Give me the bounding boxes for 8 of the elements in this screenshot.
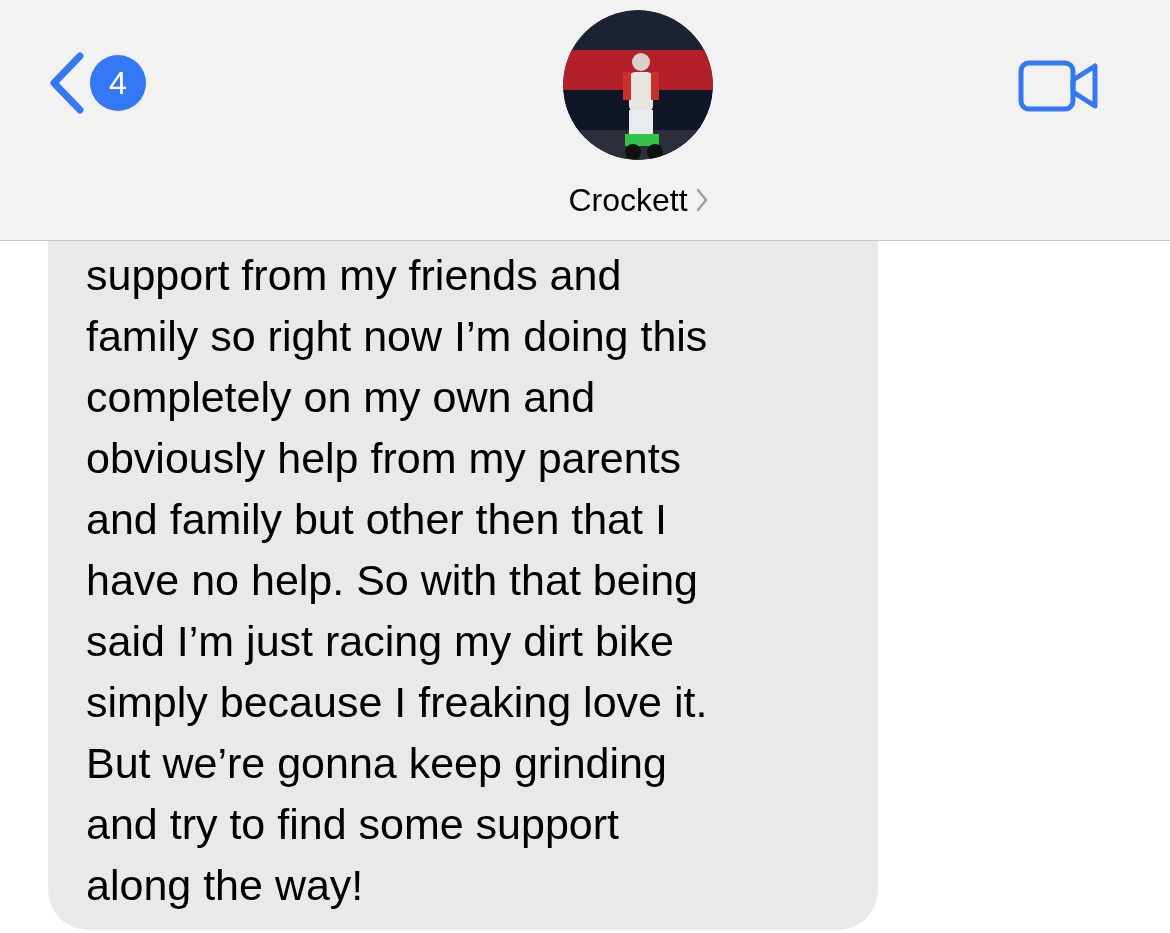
- chevron-right-icon: [695, 188, 708, 212]
- back-chevron-icon: [48, 52, 84, 114]
- video-call-button[interactable]: [1018, 60, 1098, 112]
- message-text: support from my friends and family so right now I’m doing this completely on my own and obviously help from my parents and family but other then that I have no help. So with that being said I’m just racing my dirt bike simply because I freaking love it. But we’re gonna keep grinding and try to find some support along the way!: [86, 250, 709, 911]
- back-button[interactable]: 4: [48, 52, 146, 114]
- video-camera-icon: [1018, 60, 1098, 112]
- unread-count: 4: [90, 55, 146, 111]
- contact-name[interactable]: Crockett: [568, 176, 708, 224]
